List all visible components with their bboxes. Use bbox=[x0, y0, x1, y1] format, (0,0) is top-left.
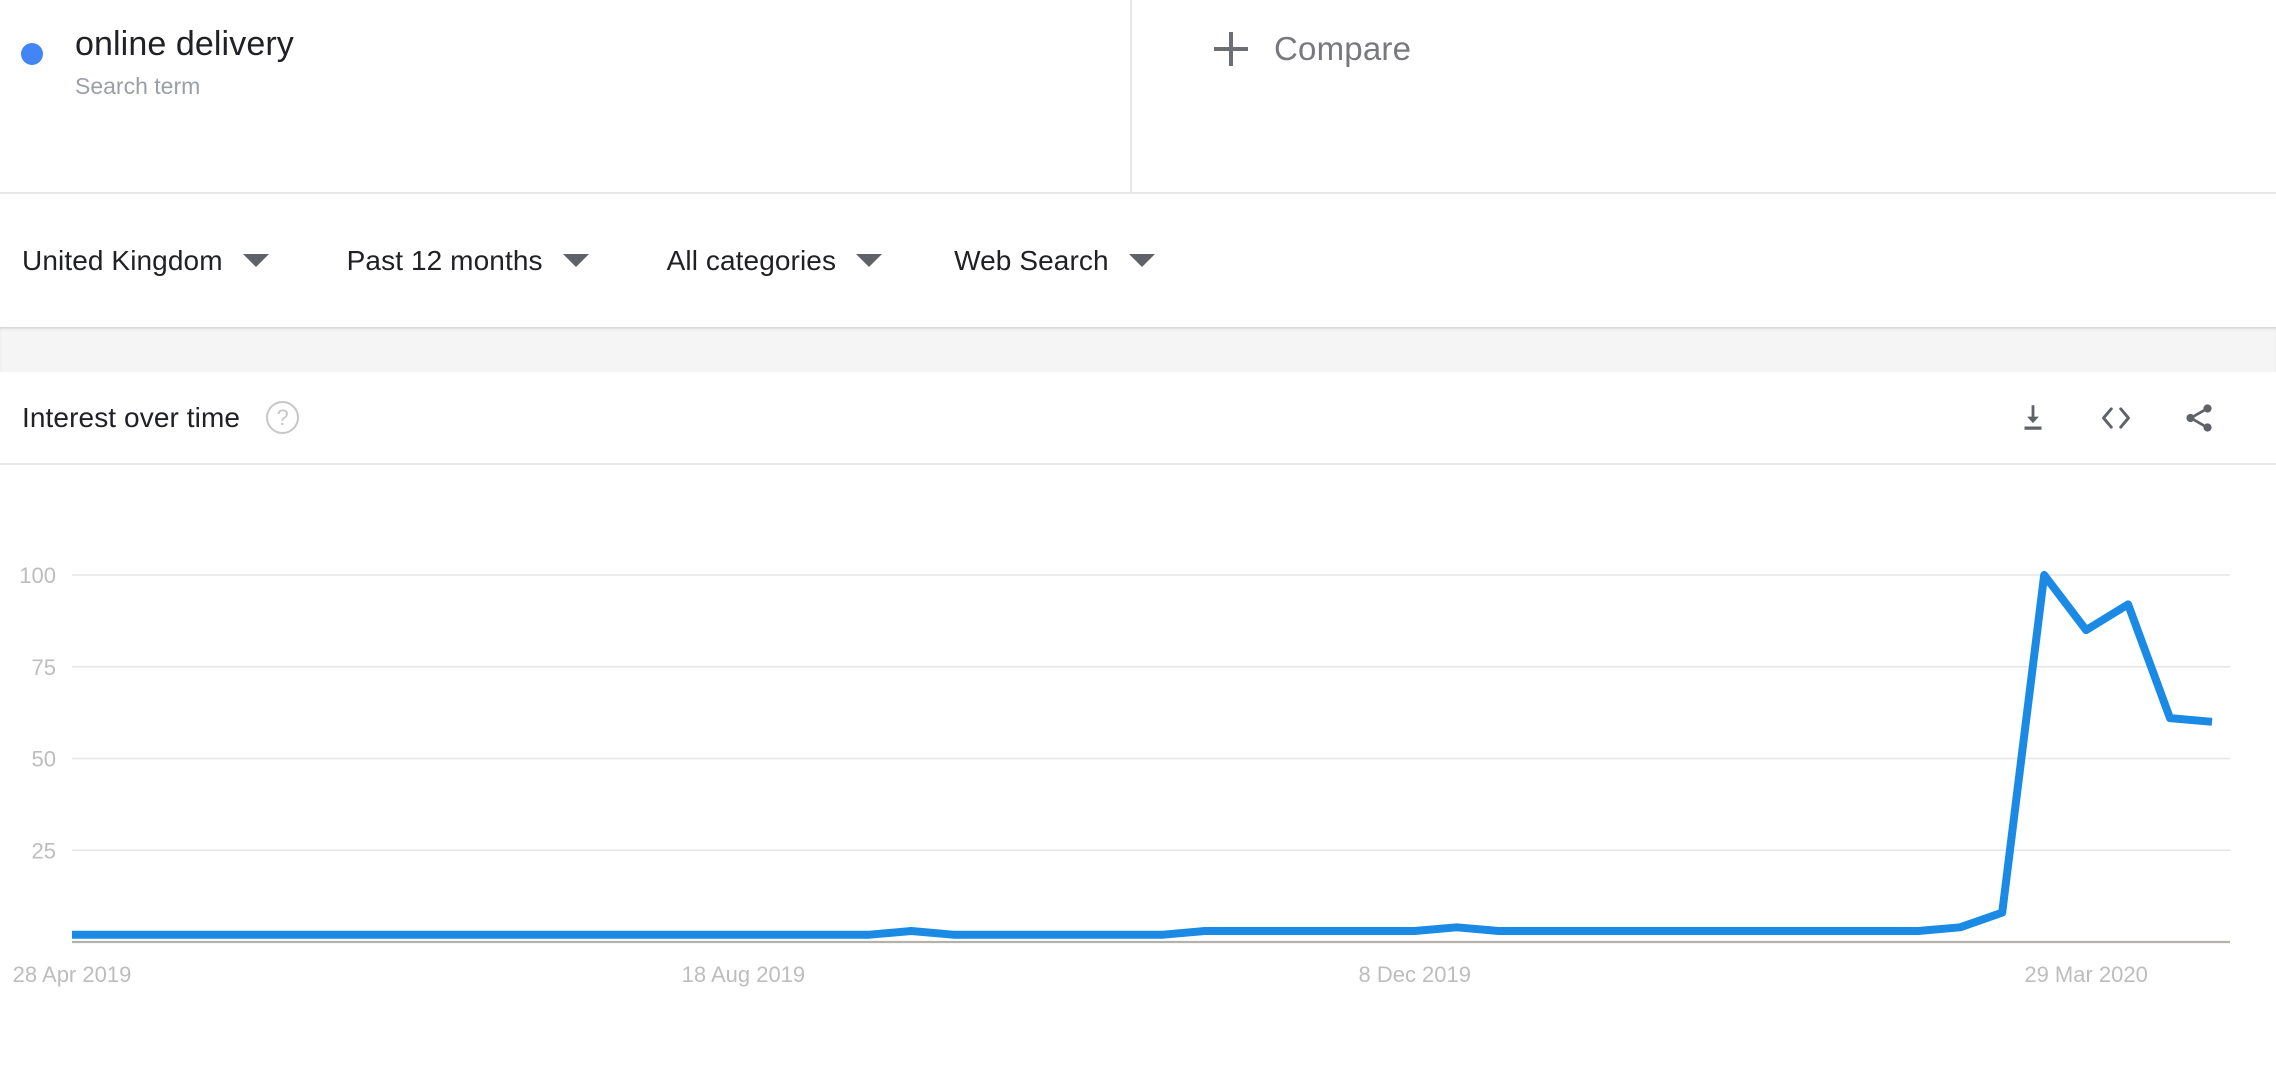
filter-time-range-label: Past 12 months bbox=[346, 244, 543, 276]
chart-actions bbox=[2016, 401, 2216, 435]
chart-title: Interest over time bbox=[22, 401, 241, 433]
filter-location[interactable]: United Kingdom bbox=[22, 245, 269, 277]
chevron-down-icon bbox=[856, 254, 883, 267]
plus-icon bbox=[1214, 32, 1248, 66]
search-term-texts: online delivery Search term bbox=[75, 22, 294, 102]
filter-search-type-label: Web Search bbox=[954, 244, 1109, 276]
trends-line-chart: 100 75 50 25 28 Apr 2019 18 Aug 2019 8 Dec 201… bbox=[13, 563, 2230, 987]
x-axis-tick-label: 28 Apr 2019 bbox=[13, 962, 132, 987]
filter-bar: United Kingdom Past 12 months All catego… bbox=[0, 194, 2276, 327]
download-icon[interactable] bbox=[2016, 401, 2050, 435]
series-color-dot-icon bbox=[21, 43, 43, 65]
share-icon[interactable] bbox=[2182, 401, 2216, 435]
x-axis-tick-label: 8 Dec 2019 bbox=[1358, 962, 1471, 987]
filter-category-label: All categories bbox=[666, 244, 837, 276]
series-line-online-delivery bbox=[72, 571, 2213, 939]
compare-button[interactable]: Compare bbox=[1214, 30, 1411, 68]
section-separator-band bbox=[0, 327, 2276, 372]
y-axis-tick-label: 25 bbox=[32, 838, 56, 863]
search-term-cell[interactable]: online delivery Search term bbox=[0, 0, 1132, 192]
filter-time-range[interactable]: Past 12 months bbox=[347, 245, 589, 277]
chart-header: Interest over time ? bbox=[0, 372, 2276, 465]
embed-code-icon[interactable] bbox=[2098, 401, 2134, 435]
interest-over-time-card: Interest over time ? 100 75 50 25 28 Apr… bbox=[0, 372, 2276, 1065]
x-axis-tick-label: 18 Aug 2019 bbox=[682, 962, 806, 987]
chevron-down-icon bbox=[562, 254, 589, 267]
filter-category[interactable]: All categories bbox=[666, 244, 883, 277]
search-term-bar: online delivery Search term Compare bbox=[0, 0, 2276, 192]
x-axis-tick-label: 29 Mar 2020 bbox=[2024, 962, 2148, 987]
chevron-down-icon bbox=[1128, 254, 1155, 267]
y-axis-tick-label: 75 bbox=[32, 655, 56, 680]
search-term-subtitle: Search term bbox=[75, 73, 201, 99]
filter-location-label: United Kingdom bbox=[22, 244, 223, 276]
compare-cell: Compare bbox=[1132, 0, 2276, 192]
chevron-down-icon bbox=[242, 254, 269, 267]
y-axis-tick-label: 100 bbox=[19, 563, 56, 588]
filter-search-type[interactable]: Web Search bbox=[954, 245, 1155, 277]
help-circle-icon[interactable]: ? bbox=[266, 401, 300, 434]
y-axis-tick-label: 50 bbox=[32, 747, 56, 772]
interest-over-time-plot[interactable]: 100 75 50 25 28 Apr 2019 18 Aug 2019 8 Dec 201… bbox=[0, 465, 2276, 1065]
compare-button-label: Compare bbox=[1274, 30, 1412, 67]
search-term-title: online delivery bbox=[75, 25, 294, 63]
